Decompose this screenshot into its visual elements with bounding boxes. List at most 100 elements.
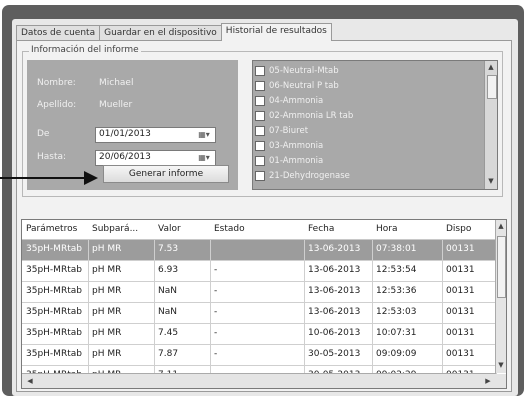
cell-fecha: 13-06-2013 <box>304 303 373 323</box>
checkbox[interactable] <box>255 171 265 181</box>
cell-dispositivo: 00131 <box>442 282 497 302</box>
parameter-checkbox-item[interactable]: 21-Dehydrogenase <box>255 170 350 182</box>
nombre-value: Michael <box>99 78 134 88</box>
checkbox[interactable] <box>255 141 265 151</box>
parameter-checkbox-item[interactable]: 01-Ammonia <box>255 155 323 167</box>
calendar-dropdown-icon[interactable]: ▦▾ <box>194 152 214 164</box>
column-header-parametros[interactable]: Parámetros <box>22 220 88 239</box>
checklist-scrollbar[interactable]: ▲ ▼ <box>484 61 497 189</box>
column-header-subparametro[interactable]: Subpará... <box>88 220 154 239</box>
tab-datos-de-cuenta[interactable]: Datos de cuenta <box>16 25 101 41</box>
table-row[interactable]: 35pH-MRtab pH MR 7.53 13-06-2013 07:38:0… <box>22 240 497 261</box>
cell-subparametro: pH MR <box>88 303 155 323</box>
cell-fecha: 13-06-2013 <box>304 240 373 260</box>
apellido-value: Mueller <box>99 100 133 110</box>
cell-valor: 7.45 <box>154 324 211 344</box>
results-table: Parámetros Subpará... Valor Estado Fecha… <box>21 219 507 389</box>
scroll-left-icon[interactable]: ◀ <box>24 377 36 385</box>
hasta-label: Hasta: <box>37 152 67 162</box>
tab-historial-de-resultados[interactable]: Historial de resultados <box>220 23 332 41</box>
scroll-down-icon[interactable]: ▼ <box>496 361 506 369</box>
callout-arrow-line <box>0 177 94 179</box>
cell-hora: 12:53:03 <box>372 303 443 323</box>
scroll-up-icon[interactable]: ▲ <box>496 222 506 230</box>
cell-dispositivo: 00131 <box>442 324 497 344</box>
column-header-hora[interactable]: Hora <box>372 220 442 239</box>
checkbox[interactable] <box>255 111 265 121</box>
date-to-picker[interactable]: 20/06/2013 ▦▾ <box>95 150 216 166</box>
scroll-up-icon[interactable]: ▲ <box>485 63 497 71</box>
table-horizontal-scrollbar[interactable]: ◀ ▶ <box>22 373 496 388</box>
generate-report-button[interactable]: Generar informe <box>103 165 229 183</box>
cell-valor: NaN <box>154 303 211 323</box>
parameter-checkbox-item[interactable]: 06-Neutral P tab <box>255 80 339 92</box>
checkbox[interactable] <box>255 96 265 106</box>
cell-estado <box>210 240 305 260</box>
checkbox[interactable] <box>255 81 265 91</box>
cell-parametro: 35pH-MRtab <box>22 345 89 365</box>
parameter-label: 04-Ammonia <box>269 96 324 106</box>
callout-arrow-head-icon <box>84 171 98 185</box>
parameter-checkbox-item[interactable]: 07-Biuret <box>255 125 308 137</box>
parameter-checkbox-item[interactable]: 02-Ammonia LR tab <box>255 110 353 122</box>
cell-valor: 7.87 <box>154 345 211 365</box>
cell-dispositivo: 00131 <box>442 345 497 365</box>
table-row[interactable]: 35pH-MRtab pH MR NaN - 13-06-2013 12:53:… <box>22 282 497 303</box>
parameter-checklist[interactable]: 05-Neutral-Mtab 06-Neutral P tab 04-Ammo… <box>252 60 498 190</box>
parameter-checkbox-item[interactable]: 05-Neutral-Mtab <box>255 65 339 77</box>
cell-hora: 12:53:36 <box>372 282 443 302</box>
table-row[interactable]: 35pH-MRtab pH MR 6.93 - 13-06-2013 12:53… <box>22 261 497 282</box>
parameter-checkbox-item[interactable]: 04-Ammonia <box>255 95 323 107</box>
cell-parametro: 35pH-MRtab <box>22 261 89 281</box>
scroll-thumb[interactable] <box>487 75 497 99</box>
checkbox[interactable] <box>255 156 265 166</box>
tab-content: Información del informe Nombre: Michael … <box>16 40 512 392</box>
table-row[interactable]: 35pH-MRtab pH MR 7.87 - 30-05-2013 09:09… <box>22 345 497 366</box>
tab-guardar-en-dispositivo[interactable]: Guardar en el dispositivo <box>99 25 222 41</box>
table-vertical-scrollbar[interactable]: ▲ ▼ <box>495 220 506 373</box>
scrollbar-corner <box>496 374 506 388</box>
parameter-label: 06-Neutral P tab <box>269 81 339 91</box>
cell-hora: 07:38:01 <box>372 240 443 260</box>
scroll-down-icon[interactable]: ▼ <box>485 177 497 185</box>
parameter-label: 02-Ammonia LR tab <box>269 111 354 121</box>
cell-estado: - <box>210 282 305 302</box>
table-row[interactable]: 35pH-MRtab pH MR 7.45 - 10-06-2013 10:07… <box>22 324 497 345</box>
cell-fecha: 13-06-2013 <box>304 261 373 281</box>
cell-parametro: 35pH-MRtab <box>22 303 89 323</box>
cell-subparametro: pH MR <box>88 345 155 365</box>
checkbox[interactable] <box>255 66 265 76</box>
nombre-label: Nombre: <box>37 78 76 88</box>
column-header-dispositivo[interactable]: Dispo <box>442 220 496 239</box>
cell-hora: 12:53:54 <box>372 261 443 281</box>
parameter-label: 03-Ammonia <box>269 141 324 151</box>
dialog-panel: Datos de cuenta Guardar en el dispositiv… <box>12 19 518 396</box>
parameter-label: 01-Ammonia <box>269 156 324 166</box>
calendar-dropdown-icon[interactable]: ▦▾ <box>194 129 214 141</box>
cell-subparametro: pH MR <box>88 282 155 302</box>
cell-fecha: 30-05-2013 <box>304 345 373 365</box>
cell-dispositivo: 00131 <box>442 261 497 281</box>
cell-valor: 7.53 <box>154 240 211 260</box>
column-header-fecha[interactable]: Fecha <box>304 220 372 239</box>
column-header-valor[interactable]: Valor <box>154 220 210 239</box>
cell-subparametro: pH MR <box>88 261 155 281</box>
date-from-picker[interactable]: 01/01/2013 ▦▾ <box>95 127 216 143</box>
cell-fecha: 10-06-2013 <box>304 324 373 344</box>
column-header-estado[interactable]: Estado <box>210 220 304 239</box>
scroll-right-icon[interactable]: ▶ <box>482 377 494 385</box>
cell-valor: NaN <box>154 282 211 302</box>
parameter-label: 07-Biuret <box>269 126 309 136</box>
de-label: De <box>37 129 50 139</box>
checkbox[interactable] <box>255 126 265 136</box>
table-row[interactable]: 35pH-MRtab pH MR NaN - 13-06-2013 12:53:… <box>22 303 497 324</box>
scroll-thumb[interactable] <box>497 236 506 298</box>
cell-dispositivo: 00131 <box>442 303 497 323</box>
parameter-checkbox-item[interactable]: 03-Ammonia <box>255 140 323 152</box>
cell-dispositivo: 00131 <box>442 240 497 260</box>
date-to-value: 20/06/2013 <box>99 152 151 162</box>
cell-subparametro: pH MR <box>88 324 155 344</box>
cell-parametro: 35pH-MRtab <box>22 240 89 260</box>
cell-estado: - <box>210 261 305 281</box>
cell-estado: - <box>210 345 305 365</box>
